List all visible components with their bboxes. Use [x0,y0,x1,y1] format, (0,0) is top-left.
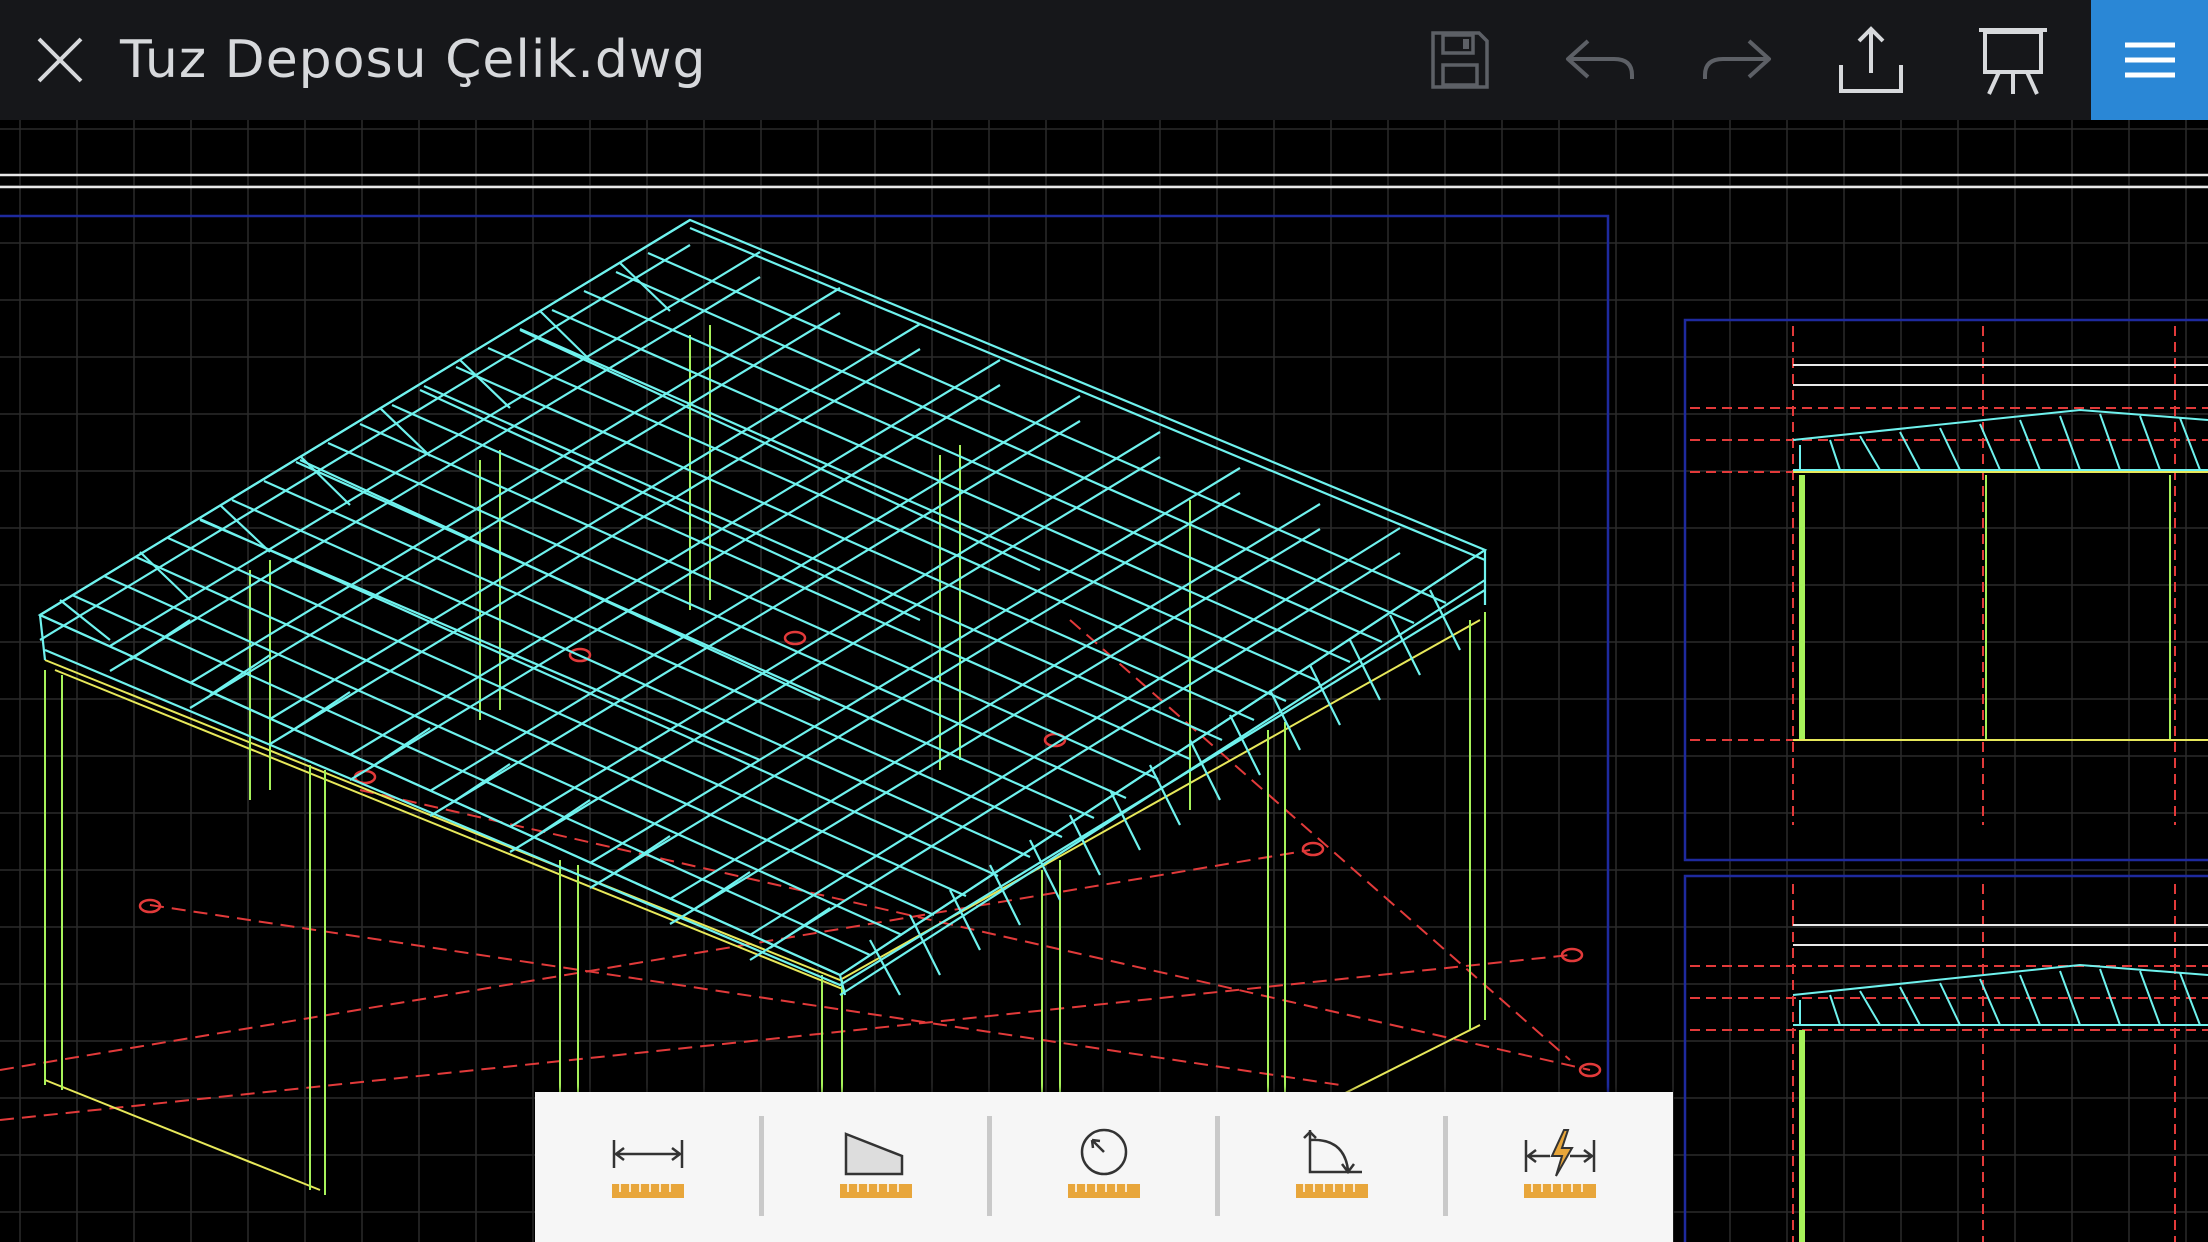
quick-measure-icon [1524,1129,1596,1198]
share-icon [1839,26,1903,93]
redo-button[interactable] [1697,0,1777,120]
file-title: Tuz Deposu Çelik.dwg [120,30,707,90]
viewport-borders [0,214,2208,1242]
menu-icon [2124,42,2175,78]
share-button[interactable] [1836,0,1906,120]
measure-toolbar [535,1092,1673,1242]
quick-measure-button[interactable] [1510,1116,1610,1216]
toolbar-separator [1215,1116,1220,1216]
drawing-canvas[interactable] [0,120,2208,1242]
measure-radius-icon [1068,1128,1140,1198]
measure-angle-button[interactable] [1282,1116,1382,1216]
top-toolbar: Tuz Deposu Çelik.dwg [0,0,2208,120]
save-icon [1431,31,1489,89]
elevation-views [1690,326,2208,1242]
close-button[interactable] [28,0,92,120]
measure-distance-icon [612,1140,684,1198]
close-icon [37,37,83,83]
measure-angle-icon [1296,1130,1368,1198]
toolbar-separator [1443,1116,1448,1216]
present-icon [1979,28,2047,95]
present-button[interactable] [1975,0,2051,120]
undo-button[interactable] [1560,0,1640,120]
cad-drawing [0,120,2208,1242]
measure-radius-button[interactable] [1054,1116,1154,1216]
save-button[interactable] [1425,0,1495,120]
sheet-border-top [0,173,2208,189]
toolbar-separator [987,1116,992,1216]
measure-distance-button[interactable] [598,1116,698,1216]
measure-area-icon [840,1132,912,1198]
measure-area-button[interactable] [826,1116,926,1216]
menu-button[interactable] [2091,0,2208,120]
toolbar-separator [759,1116,764,1216]
redo-icon [1703,39,1771,79]
undo-icon [1566,39,1634,79]
